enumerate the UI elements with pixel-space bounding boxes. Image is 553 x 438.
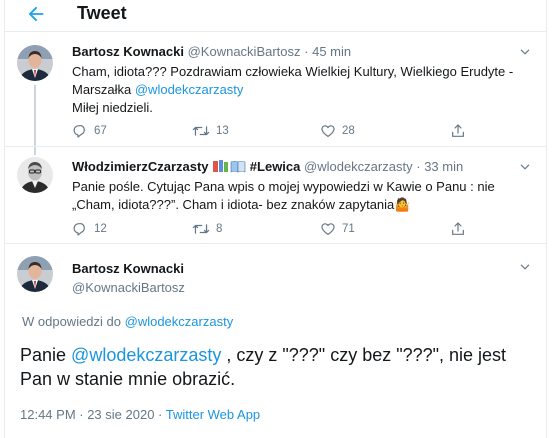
page-title: Tweet [77,3,127,23]
main-text-prefix: Panie [20,345,72,365]
separator-dot: · [304,44,309,59]
tweet-1-line-1: Cham, idiota??? Pozdrawiam człowieka Wie… [72,64,514,79]
like-count: 28 [342,125,355,137]
shrug-emoji: 🤷 [394,197,411,212]
tweet-2-line-1: Panie pośle. Cytując Pana wpis o mojej w… [72,179,495,194]
author-badge[interactable]: #Lewica [250,159,301,174]
books-emoji-icon [213,160,246,173]
author-name[interactable]: Bartosz Kownacki [72,44,184,59]
source-link[interactable]: Twitter Web App [166,407,260,422]
main-tweet-text: Panie @wlodekczarzasty , czy z "???" czy… [20,343,540,391]
reply-icon [73,125,85,138]
retweet-button[interactable]: 13 [192,123,229,139]
avatar-kownacki[interactable] [17,45,53,81]
chevron-down-icon [520,264,530,270]
thread-line-top [34,147,36,155]
like-button[interactable]: 71 [320,221,355,237]
tweet-1-header: Bartosz Kownacki @KownackiBartosz · 45 m… [72,44,351,59]
tweet-time[interactable]: 45 min [312,44,351,59]
reply-icon [73,223,85,236]
retweet-button[interactable]: 8 [192,221,222,237]
reply-button[interactable]: 12 [72,221,107,237]
tweet-2-line-2: „Cham, idiota???”. Cham i idiota- bez zn… [72,196,542,214]
tweet-2-line-2-text: „Cham, idiota???”. Cham i idiota- bez zn… [72,197,395,212]
timestamp[interactable]: 12:44 PM · 23 sie 2020 · [20,407,166,422]
like-count: 71 [342,223,355,235]
tweet-2[interactable]: WłodzimierzCzarzasty #Lewica @wlodekczar… [5,147,546,243]
author-handle[interactable]: @wlodekczarzasty [304,159,413,174]
reply-count: 67 [94,125,107,137]
author-handle[interactable]: @KownackiBartosz [188,44,301,59]
like-button[interactable]: 28 [320,123,355,139]
separator-dot: · [416,159,421,174]
tweet-2-actions: 12 8 71 [72,221,542,239]
tweet-1-actions: 67 13 28 [72,123,542,141]
share-icon [452,124,464,137]
like-icon [321,223,335,235]
main-tweet-menu[interactable] [518,260,532,274]
reply-prefix: W odpowiedzi do [22,314,125,329]
author-handle[interactable]: @KownackiBartosz [72,280,185,295]
reply-button[interactable]: 67 [72,123,107,139]
main-author-handle-row: @KownackiBartosz [72,280,185,295]
avatar-czarzasty[interactable] [17,157,53,193]
reply-count: 12 [94,223,107,235]
tweet-page: Tweet Bartosz Kownacki @KownackiBartosz … [0,0,553,438]
avatar-kownacki-main[interactable] [17,256,53,292]
reply-mention-link[interactable]: @wlodekczarzasty [125,314,234,329]
like-icon [321,125,335,137]
tweet-2-header: WłodzimierzCzarzasty #Lewica @wlodekczar… [72,159,463,174]
retweet-icon [192,126,210,136]
tweet-1-line-2-prefix: Marszałka [72,82,135,97]
thread-line [34,85,36,151]
chevron-down-icon [520,164,530,170]
share-icon [452,222,464,235]
header: Tweet [5,0,546,32]
retweet-count: 13 [216,125,229,137]
chevron-down-icon [520,49,530,55]
retweet-icon [192,224,210,234]
tweet-time[interactable]: 33 min [424,159,463,174]
tweet-1-text: Cham, idiota??? Pozdrawiam człowieka Wie… [72,63,542,117]
main-author-name-row: Bartosz Kownacki [72,261,184,276]
author-name[interactable]: Bartosz Kownacki [72,261,184,276]
share-button[interactable] [450,221,472,237]
tweet-1-menu[interactable] [518,45,532,59]
mention-link[interactable]: @wlodekczarzasty [135,82,244,97]
share-button[interactable] [450,123,472,139]
back-button[interactable] [25,3,47,25]
tweet-1[interactable]: Bartosz Kownacki @KownackiBartosz · 45 m… [5,33,546,151]
back-arrow-icon [28,6,44,22]
retweet-count: 8 [216,223,223,235]
tweet-2-menu[interactable] [518,160,532,174]
author-name[interactable]: WłodzimierzCzarzasty [72,159,209,174]
tweet-1-line-3: Miłej niedzieli. [72,100,153,115]
tweet-1-line-2: Marszałka @wlodekczarzasty [72,81,542,99]
tweet-2-text: Panie pośle. Cytując Pana wpis o mojej w… [72,178,542,214]
tweet-meta: 12:44 PM · 23 sie 2020 · Twitter Web App [20,407,260,422]
reply-context: W odpowiedzi do @wlodekczarzasty [22,314,233,329]
main-mention-link[interactable]: @wlodekczarzasty [71,345,221,365]
column-border-right [546,0,547,438]
